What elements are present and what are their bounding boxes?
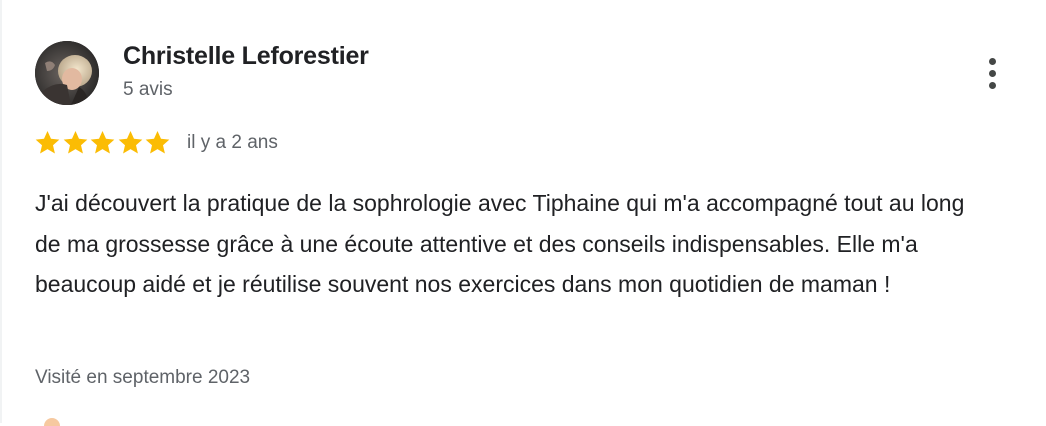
visit-date: Visité en septembre 2023: [35, 367, 251, 388]
more-options-dot: [989, 82, 996, 89]
star-icon: [35, 131, 60, 154]
star-icon: [90, 131, 115, 154]
review-date: il y a 2 ans: [187, 132, 278, 153]
next-review-avatar-peek: [44, 418, 60, 426]
star-icon: [63, 131, 87, 154]
star-icon: [145, 131, 170, 154]
author-avatar[interactable]: [35, 41, 99, 105]
star-rating: [34, 129, 172, 157]
avatar-photo: [35, 41, 99, 105]
more-options-icon[interactable]: [978, 52, 1008, 96]
star-icon: [118, 131, 142, 154]
review-text: J'ai découvert la pratique de la sophrol…: [35, 190, 965, 297]
author-name[interactable]: Christelle Leforestier: [123, 42, 369, 71]
more-options-dot: [989, 58, 996, 65]
review-card: Christelle Leforestier 5 avis il y a 2 a…: [0, 0, 1046, 426]
more-options-dot: [989, 70, 996, 77]
author-review-count: 5 avis: [123, 79, 173, 100]
